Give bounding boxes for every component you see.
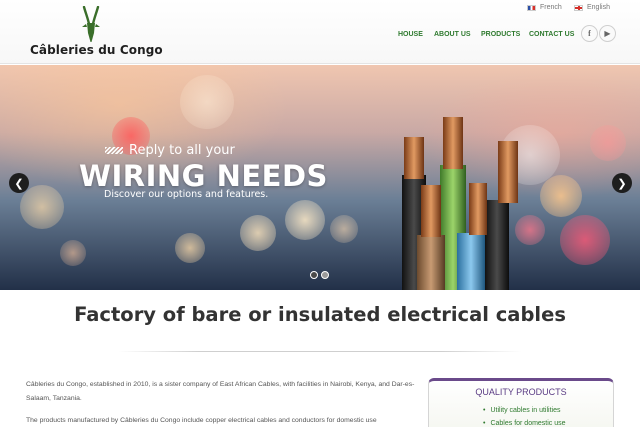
intro-paragraph: Câbleries du Congo, established in 2010,… xyxy=(26,381,415,402)
nav-about-us[interactable]: ABOUT US xyxy=(434,31,471,38)
hero-tagline-text: Reply to all your xyxy=(129,143,235,158)
logo-text: Câbleries du Congo xyxy=(30,43,163,57)
site-header: Câbleries du Congo French English HOUSE … xyxy=(0,0,640,64)
slider-next-button[interactable]: ❯ xyxy=(612,173,632,193)
bokeh-light xyxy=(60,240,86,266)
hero-slider: Reply to all your WIRING NEEDS Discover … xyxy=(0,65,640,290)
language-english-link[interactable]: English xyxy=(574,4,610,11)
quality-products-item[interactable]: Utility cables in utilities xyxy=(483,407,560,414)
language-french-label: French xyxy=(540,4,562,11)
hero-subtitle: Discover our options and features. xyxy=(104,189,269,200)
stripes-decoration-icon xyxy=(105,147,123,154)
bokeh-light xyxy=(590,125,626,161)
bokeh-light xyxy=(20,185,64,229)
hero-title: WIRING NEEDS xyxy=(79,159,328,193)
slider-dot[interactable] xyxy=(310,271,318,279)
nav-contact-us[interactable]: CONTACT US xyxy=(529,31,574,38)
bokeh-light xyxy=(285,200,325,240)
electrical-cables-image xyxy=(402,117,518,290)
page-heading: Factory of bare or insulated electrical … xyxy=(74,303,566,326)
youtube-icon[interactable]: ▶ xyxy=(599,25,616,42)
products-paragraph: The products manufactured by Câbleries d… xyxy=(26,417,377,424)
slider-prev-button[interactable]: ❮ xyxy=(9,173,29,193)
section-divider xyxy=(118,351,522,352)
slider-dot[interactable] xyxy=(321,271,329,279)
quality-products-title: QUALITY PRODUCTS xyxy=(475,387,567,397)
nav-products[interactable]: PRODUCTS xyxy=(481,31,520,38)
quality-products-item[interactable]: Cables for domestic use xyxy=(483,420,565,427)
language-english-label: English xyxy=(587,4,610,11)
site-logo[interactable]: Câbleries du Congo xyxy=(30,6,163,58)
hero-tagline: Reply to all your xyxy=(105,143,235,158)
bokeh-light xyxy=(330,215,358,243)
bokeh-light xyxy=(180,75,234,129)
language-french-link[interactable]: French xyxy=(527,4,562,11)
slider-pagination xyxy=(310,271,332,279)
flag-gb-icon xyxy=(574,4,583,11)
antelope-logo-icon xyxy=(82,6,100,42)
flag-fr-icon xyxy=(527,4,536,11)
facebook-icon[interactable]: f xyxy=(581,25,598,42)
bokeh-light xyxy=(175,233,205,263)
nav-house[interactable]: HOUSE xyxy=(398,31,423,38)
bokeh-light xyxy=(560,215,610,265)
quality-products-box: QUALITY PRODUCTS Utility cables in utili… xyxy=(428,378,614,427)
bokeh-light xyxy=(540,175,582,217)
bokeh-light xyxy=(240,215,276,251)
